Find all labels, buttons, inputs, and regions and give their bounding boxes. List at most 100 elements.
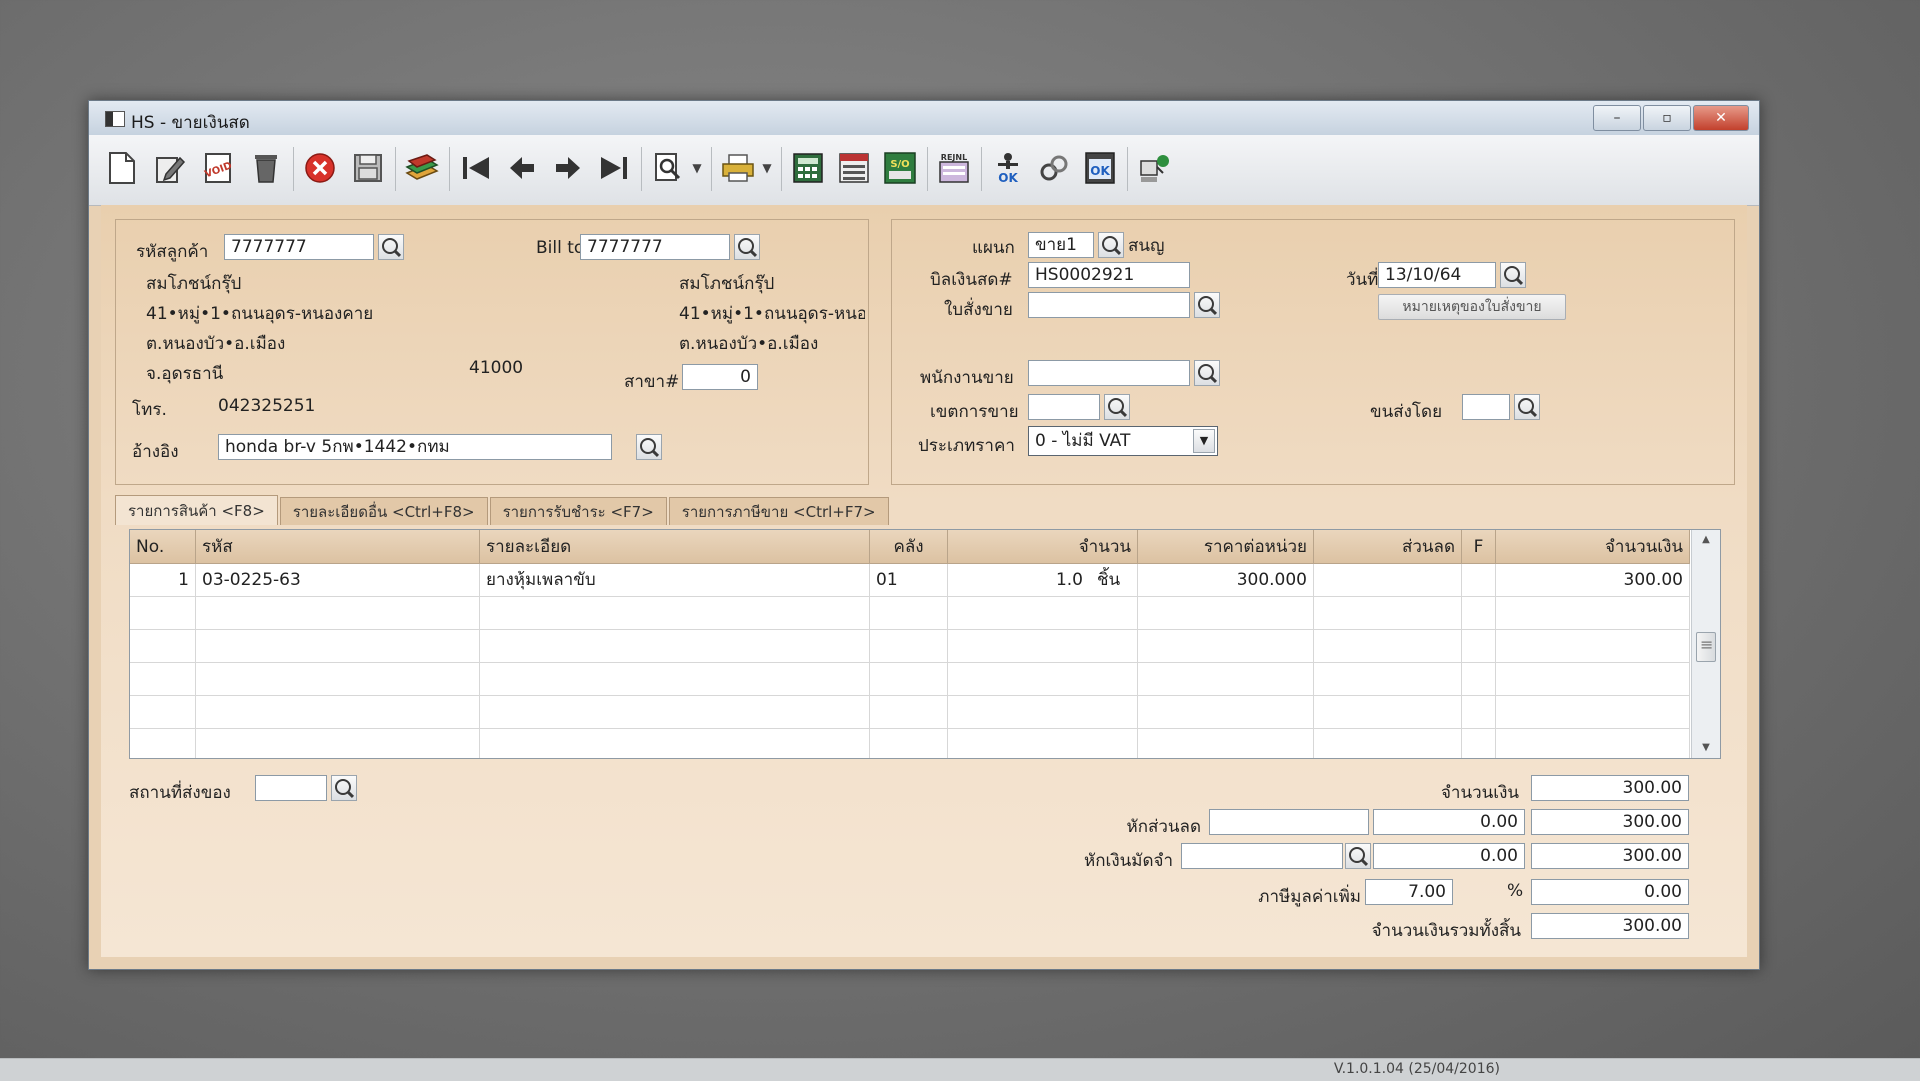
salesperson-field[interactable] <box>1028 360 1190 386</box>
invoice-number-label: บิลเงินสด# <box>930 270 1013 290</box>
price-type-value: 0 - ไม่มี VAT <box>1035 431 1131 451</box>
cell-quantity[interactable]: 1.0 ชิ้น <box>948 564 1138 596</box>
deposit-lookup-button[interactable] <box>1345 843 1371 869</box>
list-report-icon[interactable] <box>835 149 873 187</box>
cell-unit-price[interactable]: 300.000 <box>1138 564 1314 596</box>
screen-status-strip: V.1.0.1.04 (25/04/2016) <box>0 1058 1920 1081</box>
price-type-select[interactable]: 0 - ไม่มี VAT ▼ <box>1028 426 1218 456</box>
tab-other-details[interactable]: รายละเอียดอื่น <Ctrl+F8> <box>279 497 488 525</box>
sales-order-note-button[interactable]: หมายเหตุของใบสั่งขาย <box>1378 294 1566 320</box>
cell-amount[interactable]: 300.00 <box>1496 564 1690 596</box>
magnifier-icon <box>381 237 398 254</box>
reference-lookup-button[interactable] <box>636 434 662 460</box>
document-group: แผนก ขาย1 สนญ บิลเงินสด# HS0002921 วันที… <box>891 219 1735 485</box>
column-header-discount[interactable]: ส่วนลด <box>1314 530 1462 564</box>
void-icon[interactable]: VOID <box>199 149 237 187</box>
link-icon[interactable] <box>1035 149 1073 187</box>
scroll-thumb[interactable] <box>1696 632 1716 662</box>
column-header-no[interactable]: No. <box>130 530 196 564</box>
sales-order-lookup-button[interactable] <box>1194 292 1220 318</box>
shipped-by-lookup-button[interactable] <box>1514 394 1540 420</box>
deposit-input[interactable] <box>1181 843 1343 869</box>
sales-area-lookup-button[interactable] <box>1104 394 1130 420</box>
department-field[interactable]: ขาย1 <box>1028 232 1094 258</box>
reference-field[interactable]: honda br-v 5กพ•1442•กทม <box>218 434 612 460</box>
grid-vertical-scrollbar[interactable]: ▲ ▼ <box>1691 530 1720 758</box>
books-icon[interactable] <box>403 149 441 187</box>
table-row[interactable]: 1 03-0225-63 ยางหุ้มเพลาขับ 01 1.0 ชิ้น … <box>130 564 1690 597</box>
cell-description[interactable]: ยางหุ้มเพลาขับ <box>480 564 870 596</box>
branch-field[interactable]: 0 <box>682 364 758 390</box>
print-icon[interactable] <box>719 149 757 187</box>
sales-order-label: ใบสั่งขาย <box>944 300 1013 320</box>
customer-code-field[interactable]: 7777777 <box>224 234 374 260</box>
column-header-code[interactable]: รหัส <box>196 530 480 564</box>
table-row-empty[interactable] <box>130 630 1690 663</box>
tab-sales-tax[interactable]: รายการภาษีขาย <Ctrl+F7> <box>668 497 889 525</box>
department-name: สนญ <box>1128 236 1165 256</box>
date-picker-button[interactable] <box>1500 262 1526 288</box>
column-header-flag[interactable]: F <box>1462 530 1496 564</box>
bill-to-lookup-button[interactable] <box>734 234 760 260</box>
salesperson-lookup-button[interactable] <box>1194 360 1220 386</box>
cell-warehouse[interactable]: 01 <box>870 564 948 596</box>
approve-ok-icon[interactable]: OK <box>989 149 1027 187</box>
title-bar[interactable]: HS - ขายเงินสด – ▫ ✕ <box>89 101 1759 136</box>
delete-icon[interactable] <box>247 149 285 187</box>
column-header-quantity[interactable]: จำนวน <box>948 530 1138 564</box>
tab-payments[interactable]: รายการรับชำระ <F7> <box>489 497 667 525</box>
previous-record-icon[interactable] <box>503 149 541 187</box>
ship-to-lookup-button[interactable] <box>331 775 357 801</box>
table-row-empty[interactable] <box>130 597 1690 630</box>
cell-flag[interactable] <box>1462 564 1496 596</box>
ok-icon[interactable]: OK <box>1081 149 1119 187</box>
new-document-icon[interactable] <box>103 149 141 187</box>
ok-label: OK <box>1090 164 1110 178</box>
table-row-empty[interactable] <box>130 663 1690 696</box>
last-record-icon[interactable] <box>595 149 633 187</box>
table-row-empty[interactable] <box>130 729 1690 758</box>
magnifier-icon <box>1348 846 1365 863</box>
cell-code[interactable]: 03-0225-63 <box>196 564 480 596</box>
sales-area-label: เขตการขาย <box>930 402 1019 422</box>
invoice-number-field[interactable]: HS0002921 <box>1028 262 1190 288</box>
edit-icon[interactable] <box>151 149 189 187</box>
table-row-empty[interactable] <box>130 696 1690 729</box>
maximize-button[interactable]: ▫ <box>1643 105 1691 131</box>
so-report-icon[interactable]: S/O <box>881 149 919 187</box>
first-record-icon[interactable] <box>457 149 495 187</box>
department-lookup-button[interactable] <box>1098 232 1124 258</box>
ship-to-field[interactable] <box>255 775 327 801</box>
search-dropdown-icon[interactable]: ▼ <box>689 149 705 187</box>
minimize-button[interactable]: – <box>1593 105 1641 131</box>
close-button[interactable]: ✕ <box>1693 105 1749 131</box>
sales-order-field[interactable] <box>1028 292 1190 318</box>
cell-discount[interactable] <box>1314 564 1462 596</box>
customer-group: รหัสลูกค้า 7777777 Bill to 7777777 สมโภช… <box>115 219 869 485</box>
column-header-amount[interactable]: จำนวนเงิน <box>1496 530 1690 564</box>
scroll-down-icon[interactable]: ▼ <box>1692 738 1720 758</box>
network-icon[interactable] <box>1135 149 1173 187</box>
customer-code-lookup-button[interactable] <box>378 234 404 260</box>
chevron-down-icon[interactable]: ▼ <box>1193 429 1215 453</box>
next-record-icon[interactable] <box>549 149 587 187</box>
sales-area-field[interactable] <box>1028 394 1100 420</box>
column-header-description[interactable]: รายละเอียด <box>480 530 870 564</box>
vat-rate-field[interactable]: 7.00 <box>1365 879 1453 905</box>
print-dropdown-icon[interactable]: ▼ <box>759 149 775 187</box>
search-document-icon[interactable] <box>649 149 687 187</box>
cancel-icon[interactable] <box>301 149 339 187</box>
calculator-report-icon[interactable] <box>789 149 827 187</box>
tab-items[interactable]: รายการสินค้า <F8> <box>115 495 278 525</box>
bill-to-field[interactable]: 7777777 <box>580 234 730 260</box>
rejnl-icon[interactable]: REJNL <box>935 149 973 187</box>
ship-to-label: สถานที่ส่งของ <box>129 783 231 803</box>
discount-input[interactable] <box>1209 809 1369 835</box>
column-header-warehouse[interactable]: คลัง <box>870 530 948 564</box>
column-header-unit-price[interactable]: ราคาต่อหน่วย <box>1138 530 1314 564</box>
shipped-by-field[interactable] <box>1462 394 1510 420</box>
date-field[interactable]: 13/10/64 <box>1378 262 1496 288</box>
scroll-up-icon[interactable]: ▲ <box>1692 530 1720 550</box>
save-icon[interactable] <box>349 149 387 187</box>
cell-no[interactable]: 1 <box>130 564 196 596</box>
